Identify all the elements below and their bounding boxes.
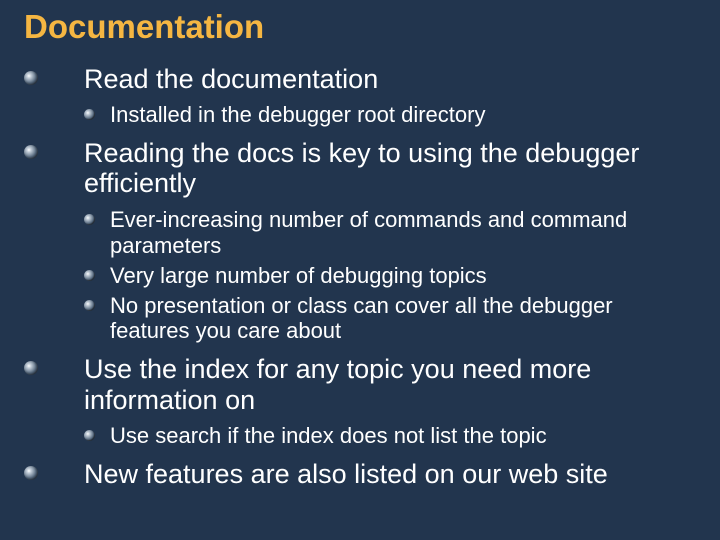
slide: Documentation Read the documentation Ins… (0, 0, 720, 540)
level1-item: Reading the docs is key to using the deb… (54, 138, 696, 198)
level1-text: Read the documentation (84, 64, 378, 94)
list-item: Reading the docs is key to using the deb… (24, 138, 696, 344)
level2-item: Installed in the debugger root directory (84, 102, 696, 128)
level1-text: Reading the docs is key to using the deb… (84, 138, 639, 198)
bullet-list: Read the documentation Installed in the … (24, 64, 696, 489)
level2-item: No presentation or class can cover all t… (84, 293, 696, 345)
level1-item: New features are also listed on our web … (54, 459, 696, 489)
list-item: New features are also listed on our web … (24, 459, 696, 489)
bullet-icon (24, 145, 38, 159)
bullet-icon (84, 270, 95, 281)
level2-text: Installed in the debugger root directory (110, 102, 485, 127)
list-item: Read the documentation Installed in the … (24, 64, 696, 128)
list-item: Use the index for any topic you need mor… (24, 354, 696, 448)
bullet-icon (84, 214, 95, 225)
level2-item: Use search if the index does not list th… (84, 423, 696, 449)
bullet-icon (84, 430, 95, 441)
level1-text: New features are also listed on our web … (84, 459, 608, 489)
level2-text: No presentation or class can cover all t… (110, 293, 613, 344)
level1-text: Use the index for any topic you need mor… (84, 354, 591, 414)
slide-title: Documentation (24, 8, 696, 46)
level2-item: Ever-increasing number of commands and c… (84, 207, 696, 259)
level1-item: Read the documentation (54, 64, 696, 94)
level1-item: Use the index for any topic you need mor… (54, 354, 696, 414)
bullet-icon (24, 361, 38, 375)
bullet-icon (84, 109, 95, 120)
level2-text: Very large number of debugging topics (110, 263, 487, 288)
level2-text: Ever-increasing number of commands and c… (110, 207, 627, 258)
level2-text: Use search if the index does not list th… (110, 423, 547, 448)
level2-item: Very large number of debugging topics (84, 263, 696, 289)
bullet-icon (24, 71, 38, 85)
bullet-icon (84, 300, 95, 311)
bullet-icon (24, 466, 38, 480)
